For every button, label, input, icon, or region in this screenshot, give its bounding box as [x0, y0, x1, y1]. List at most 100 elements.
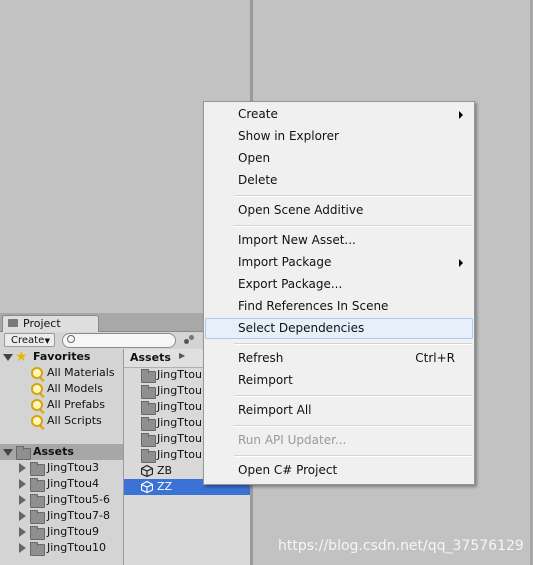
asset-folder-label: JingTtou — [157, 368, 202, 381]
star-icon: ★ — [15, 349, 28, 365]
scene-label: ZB — [157, 464, 173, 477]
asset-folder-label: JingTtou — [157, 400, 202, 413]
menu-item-select-dependencies[interactable]: Select Dependencies — [205, 318, 473, 339]
menu-item-label: Open Scene Additive — [238, 203, 364, 217]
folder-icon — [30, 494, 45, 508]
create-button-label: Create — [11, 335, 45, 346]
favorites-header[interactable]: ★ Favorites — [0, 349, 123, 365]
menu-item-reimport[interactable]: Reimport — [205, 370, 473, 391]
expand-arrow-icon[interactable] — [3, 354, 13, 361]
assets-tree-header[interactable]: Assets — [0, 444, 123, 460]
folder-icon — [8, 319, 18, 327]
expand-arrow-icon[interactable] — [19, 463, 26, 473]
search-icon — [31, 399, 43, 411]
unity-scene-icon — [141, 481, 153, 493]
menu-item-import-package[interactable]: Import Package — [205, 252, 473, 273]
favorite-label: All Scripts — [47, 414, 102, 427]
menu-item-create[interactable]: Create — [205, 104, 473, 125]
tree-folder-item[interactable]: JingTtou4 — [0, 476, 123, 492]
menu-item-label: Import Package — [238, 255, 332, 269]
submenu-arrow-icon — [459, 259, 463, 267]
menu-item-open-scene-additive[interactable]: Open Scene Additive — [205, 200, 473, 221]
menu-item-label: Find References In Scene — [238, 299, 389, 313]
menu-item-delete[interactable]: Delete — [205, 170, 473, 191]
breadcrumb-assets[interactable]: Assets — [130, 351, 171, 364]
folder-icon — [30, 510, 45, 524]
menu-item-label: Show in Explorer — [238, 129, 339, 143]
folder-label: JingTtou3 — [47, 461, 99, 474]
search-icon — [31, 367, 43, 379]
menu-item-refresh[interactable]: Refresh Ctrl+R — [205, 348, 473, 369]
folder-label: JingTtou4 — [47, 477, 99, 490]
menu-item-label: Open — [238, 151, 271, 165]
shapes-icon — [184, 339, 189, 344]
chevron-down-icon: ▼ — [44, 337, 50, 345]
menu-item-label: Reimport All — [238, 403, 312, 417]
search-icon — [31, 415, 43, 427]
chevron-right-icon: ▶ — [179, 351, 186, 360]
favorite-label: All Prefabs — [47, 398, 105, 411]
tree-folder-item[interactable]: JingTtou7-8 — [0, 508, 123, 524]
tab-project[interactable]: Project — [2, 315, 99, 332]
folder-tree: ★ Favorites All Materials All Models All… — [0, 349, 124, 565]
context-menu: Create Show in Explorer Open Delete Open… — [203, 101, 475, 485]
menu-item-export-package[interactable]: Export Package... — [205, 274, 473, 295]
folder-icon — [30, 542, 45, 556]
menu-item-label: Create — [238, 107, 278, 121]
menu-item-open[interactable]: Open — [205, 148, 473, 169]
menu-item-run-api-updater: Run API Updater... — [205, 430, 473, 451]
expand-arrow-icon[interactable] — [19, 543, 26, 553]
shapes-icon-part — [189, 335, 194, 340]
menu-item-label: Import New Asset... — [238, 233, 356, 247]
folder-label: JingTtou10 — [47, 541, 106, 554]
menu-item-import-new-asset[interactable]: Import New Asset... — [205, 230, 473, 251]
menu-separator — [234, 343, 472, 345]
expand-arrow-icon[interactable] — [19, 511, 26, 521]
folder-icon — [141, 385, 156, 399]
folder-icon — [141, 433, 156, 447]
unity-scene-icon — [141, 465, 153, 477]
menu-item-shortcut: Ctrl+R — [415, 351, 455, 365]
search-input[interactable] — [62, 333, 176, 348]
folder-icon — [30, 478, 45, 492]
folder-icon — [16, 446, 31, 460]
menu-separator — [234, 395, 472, 397]
menu-item-label: Select Dependencies — [238, 321, 365, 335]
folder-icon — [141, 449, 156, 463]
menu-item-label: Delete — [238, 173, 278, 187]
expand-arrow-icon[interactable] — [19, 495, 26, 505]
menu-item-reimport-all[interactable]: Reimport All — [205, 400, 473, 421]
expand-arrow-icon[interactable] — [19, 479, 26, 489]
tree-folder-item[interactable]: JingTtou10 — [0, 540, 123, 556]
folder-icon — [141, 369, 156, 383]
menu-item-find-references[interactable]: Find References In Scene — [205, 296, 473, 317]
favorite-label: All Models — [47, 382, 103, 395]
menu-item-open-csharp-project[interactable]: Open C# Project — [205, 460, 473, 481]
favorite-label: All Materials — [47, 366, 115, 379]
folder-icon — [141, 401, 156, 415]
folder-icon — [141, 417, 156, 431]
asset-folder-label: JingTtou — [157, 432, 202, 445]
folder-label: JingTtou9 — [47, 525, 99, 538]
submenu-arrow-icon — [459, 111, 463, 119]
tree-folder-item[interactable]: JingTtou5-6 — [0, 492, 123, 508]
menu-separator — [234, 225, 472, 227]
create-dropdown-button[interactable]: Create ▼ — [4, 333, 55, 347]
menu-separator — [234, 195, 472, 197]
folder-label: JingTtou7-8 — [47, 509, 110, 522]
expand-arrow-icon[interactable] — [19, 527, 26, 537]
scene-label: ZZ — [157, 480, 173, 493]
favorites-title: Favorites — [33, 350, 91, 363]
menu-item-label: Run API Updater... — [238, 433, 347, 447]
menu-separator — [234, 425, 472, 427]
search-icon — [67, 335, 75, 343]
tree-folder-item[interactable]: JingTtou3 — [0, 460, 123, 476]
expand-arrow-icon[interactable] — [3, 449, 13, 456]
folder-label: JingTtou5-6 — [47, 493, 110, 506]
search-icon — [31, 383, 43, 395]
menu-item-show-in-explorer[interactable]: Show in Explorer — [205, 126, 473, 147]
tree-folder-item[interactable]: JingTtou9 — [0, 524, 123, 540]
menu-item-label: Reimport — [238, 373, 293, 387]
tab-project-label: Project — [23, 317, 61, 330]
filter-by-type-button[interactable] — [181, 333, 199, 347]
